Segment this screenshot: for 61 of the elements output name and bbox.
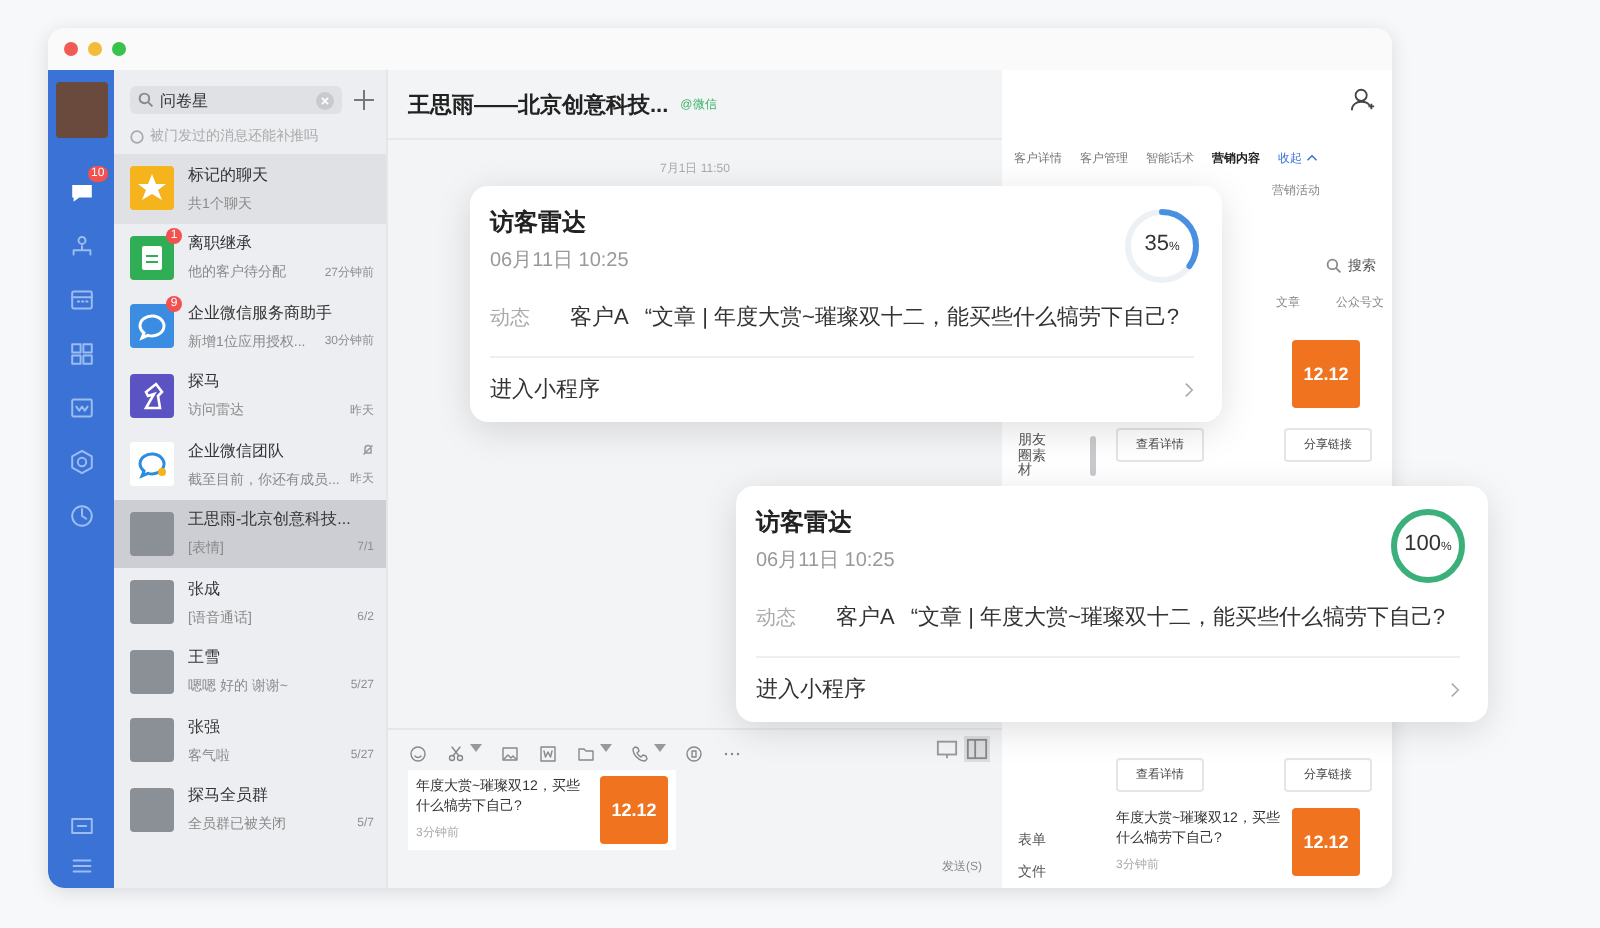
chat-title: 王思雨——北京创意科技... (408, 91, 669, 119)
caret-icon[interactable] (654, 744, 666, 752)
promo-image: 12.12 (600, 776, 668, 844)
photo-placeholder (130, 511, 174, 556)
search-icon[interactable] (1326, 258, 1342, 274)
contact-name: 离职继承 (188, 232, 252, 255)
document-icon[interactable] (67, 394, 95, 422)
org-chart-icon[interactable] (67, 232, 95, 260)
add-icon[interactable] (354, 90, 374, 110)
contact-name: 标记的聊天 (188, 163, 268, 186)
chat-bubble-icon (130, 304, 174, 349)
card-time: 06月11日 10:25 (490, 248, 629, 274)
promo-image: 12.12 (1292, 340, 1360, 408)
card-title: 访客雷达 (490, 206, 588, 240)
caret-icon[interactable] (600, 744, 612, 752)
calendar-icon[interactable] (67, 286, 95, 314)
contact-name: 企业微信服务商助手 (188, 301, 332, 324)
close-light[interactable] (64, 42, 78, 56)
contact-name: 探马 (188, 370, 220, 393)
screen-icon[interactable] (934, 735, 960, 761)
contact-name: 王雪 (188, 646, 220, 669)
search-icon (138, 92, 154, 108)
photo-placeholder (130, 649, 174, 694)
scrollbar[interactable] (1090, 436, 1096, 476)
chat-bubble-icon (130, 442, 174, 487)
chevron-up-icon[interactable] (1306, 154, 1318, 162)
grid-icon[interactable] (67, 340, 95, 368)
zoom-light[interactable] (112, 42, 126, 56)
customer-name: 客户A (836, 603, 895, 632)
photo-placeholder (130, 787, 174, 832)
knight-icon (130, 373, 174, 418)
minimize-light[interactable] (88, 42, 102, 56)
mini-program-link[interactable]: 进入小程序 (756, 674, 1460, 704)
field-label: 动态 (490, 305, 530, 331)
chevron-right-icon (1450, 681, 1460, 697)
profile-photo[interactable] (55, 82, 107, 138)
info-icon (130, 129, 144, 143)
contact-name: 探马全员群 (188, 784, 268, 807)
card-title: 访客雷达 (756, 506, 854, 540)
photo-placeholder (130, 718, 174, 763)
contact-name: 张强 (188, 715, 220, 738)
mini-program-link[interactable]: 进入小程序 (490, 374, 1194, 404)
chevron-right-icon (1184, 381, 1194, 397)
contact-name: 企业微信团队 (188, 439, 284, 462)
hexagon-icon[interactable] (67, 448, 95, 476)
activity-text: “文章 | 年度大赏~璀璨双十二，能买些什么犒劳下自己? (910, 603, 1446, 632)
search-field[interactable]: 问卷星 (130, 86, 342, 114)
activity-text: “文章 | 年度大赏~璀璨双十二，能买些什么犒劳下自己? (644, 303, 1180, 332)
caret-icon[interactable] (470, 744, 482, 752)
field-label: 动态 (756, 605, 796, 631)
clock-icon[interactable] (67, 502, 95, 530)
side-panel-icon[interactable] (964, 735, 990, 761)
document-icon (130, 235, 174, 280)
customer-name: 客户A (570, 303, 629, 332)
contact-name: 张成 (188, 577, 220, 600)
contact-name: 王思雨-北京创意科技... (188, 508, 351, 531)
photo-placeholder (130, 580, 174, 625)
clear-icon[interactable] (316, 91, 334, 109)
inbox-icon[interactable] (67, 812, 95, 840)
card-time: 06月11日 10:25 (756, 548, 895, 574)
promo-image: 12.12 (1292, 808, 1360, 876)
